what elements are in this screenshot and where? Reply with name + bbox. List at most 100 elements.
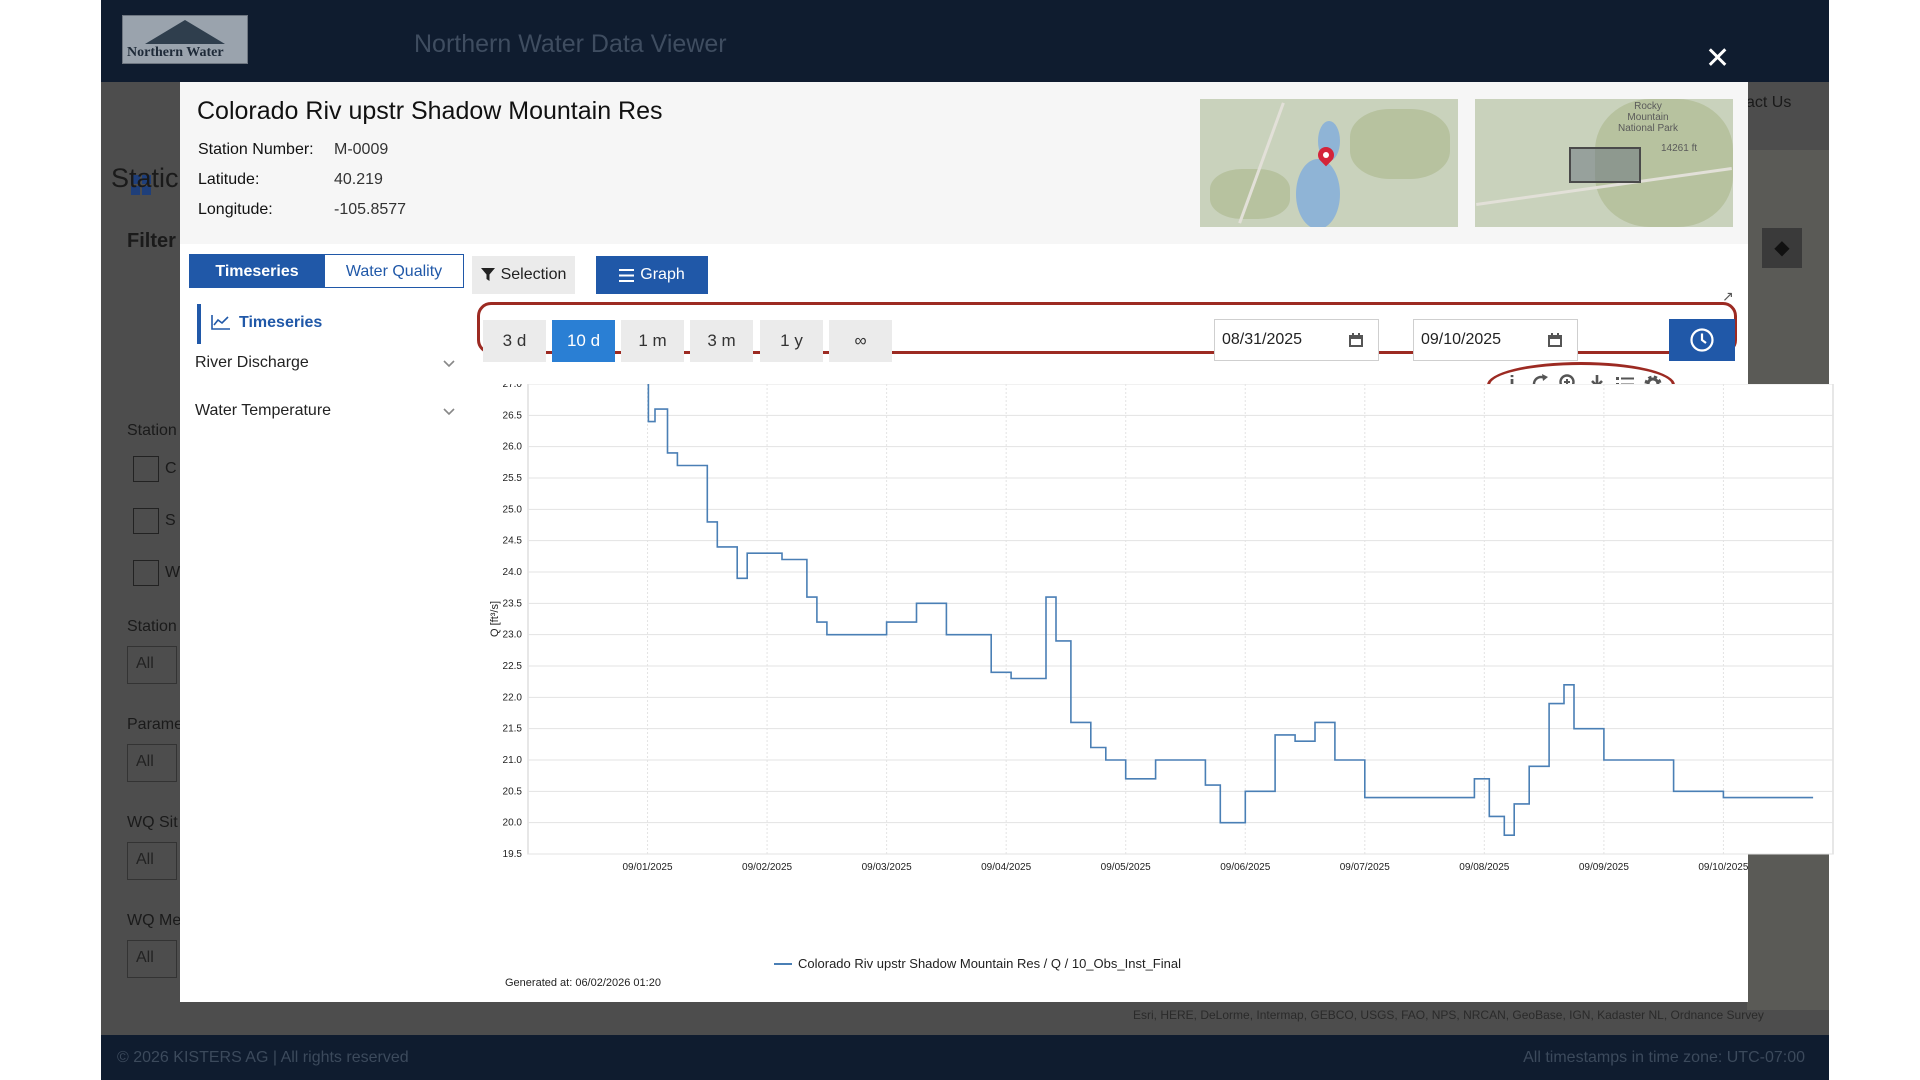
background-select[interactable]: All [127,842,177,880]
background-checkbox-label: S [165,512,176,529]
logo-text: Northern Water [127,45,224,60]
map-attribution: Esri, HERE, DeLorme, Intermap, GEBCO, US… [1133,1008,1764,1022]
graph-button[interactable]: Graph [596,256,708,294]
background-page-title: Static [111,163,179,193]
y-tick-label: 26.5 [503,410,523,421]
chart-legend-text[interactable]: Colorado Riv upstr Shadow Mountain Res /… [798,956,1181,971]
logo: Northern Water [122,15,248,64]
station-modal: Colorado Riv upstr Shadow Mountain Res S… [180,82,1834,1002]
background-select[interactable]: All [127,744,177,782]
background-checkbox-label: W [165,564,181,581]
y-tick-label: 21.5 [503,724,523,735]
apply-period-button[interactable] [1669,319,1735,361]
y-tick-label: 27.0 [503,384,523,390]
background-checkbox[interactable] [133,508,159,534]
station-location-map[interactable] [1200,99,1458,227]
longitude-label: Longitude: [198,201,273,218]
date-from-input[interactable]: 08/31/2025 [1214,319,1335,361]
y-tick-label: 25.5 [503,473,523,484]
background-checkbox-label: C [165,460,177,477]
close-icon[interactable]: ✕ [1705,44,1730,74]
latitude-value: 40.219 [334,171,383,188]
background-checkbox[interactable] [133,560,159,586]
nav-timeseries[interactable]: Timeseries [197,304,447,344]
y-tick-label: 20.0 [503,818,523,829]
calendar-to-icon[interactable] [1533,319,1578,361]
background-select[interactable]: All [127,940,177,978]
tab-water-quality[interactable]: Water Quality [324,254,464,288]
y-tick-label: 26.0 [503,442,523,453]
contact-us-link[interactable]: act Us [1746,94,1791,112]
background-filter-label: WQ Me [127,912,182,929]
chevron-down-icon[interactable] [442,357,456,371]
chevron-down-icon[interactable] [442,405,456,419]
x-tick-label: 09/01/2025 [623,862,673,873]
elevation-map-label: 14261 ft [1661,143,1698,154]
background-filter-label: WQ Sit [127,814,178,831]
filter-icon [480,268,495,281]
y-tick-label: 19.5 [503,849,523,860]
range-10d-button[interactable]: 10 d [552,320,615,362]
nav-water-temperature[interactable]: Water Temperature [195,402,331,420]
selection-button-label: Selection [500,266,567,283]
legend-swatch [774,963,792,965]
app-footer: © 2026 KISTERS AG | All rights reserved … [101,1035,1829,1080]
x-tick-label: 09/03/2025 [862,862,912,873]
generated-at-text: Generated at: 06/02/2026 01:20 [505,977,661,989]
background-filter-label: Station [127,618,177,635]
clock-icon [1690,328,1714,352]
background-select[interactable]: All [127,646,177,684]
x-tick-label: 09/05/2025 [1101,862,1151,873]
terrain-shading [1350,109,1450,179]
menu-icon [619,269,635,282]
location-pin-dot [1323,152,1329,158]
range-3m-button[interactable]: 3 m [690,320,753,362]
app-header: Northern Water Northern Water Data Viewe… [101,0,1829,82]
park-map-label: Rocky Mountain National Park [1617,101,1679,134]
line-chart-icon [211,315,230,330]
tab-timeseries[interactable]: Timeseries [189,254,325,288]
graph-button-label: Graph [640,266,685,283]
y-tick-label: 25.0 [503,504,523,515]
background-checkbox[interactable] [133,456,159,482]
mountain-logo-icon [145,20,225,44]
lake-shape [1296,159,1340,227]
latitude-label: Latitude: [198,171,260,188]
y-tick-label: 21.0 [503,755,523,766]
y-axis-label: Q [ft³/s] [489,601,501,637]
discharge-chart[interactable]: 19.5 20.0 20.5 21.0 21.5 22.0 22.5 23.0 23.5 24.0… [480,384,1885,959]
station-header: Colorado Riv upstr Shadow Mountain Res S… [180,82,1748,244]
map-extent-box [1569,147,1641,183]
x-tick-label: 09/10/2025 [1698,862,1748,873]
x-tick-label: 09/04/2025 [981,862,1031,873]
overview-map[interactable]: Rocky Mountain National Park 14261 ft [1475,99,1733,227]
layers-icon[interactable]: ◆ [1762,228,1802,268]
x-tick-label: 09/02/2025 [742,862,792,873]
nav-timeseries-label: Timeseries [239,314,323,331]
range-1y-button[interactable]: 1 y [760,320,823,362]
footer-copyright: © 2026 KISTERS AG | All rights reserved [117,1049,409,1066]
plot-area [527,384,1834,855]
station-number-value: M-0009 [334,141,389,158]
app-title: Northern Water Data Viewer [414,30,727,58]
background-filter-label: Parame [127,716,184,733]
y-tick-label: 23.0 [503,630,523,641]
station-number-label: Station Number: [198,141,314,158]
y-tick-label: 24.0 [503,567,523,578]
selection-button[interactable]: Selection [472,256,575,294]
y-tick-label: 23.5 [503,598,523,609]
date-to-input[interactable]: 09/10/2025 [1413,319,1534,361]
range-3d-button[interactable]: 3 d [483,320,546,362]
range-1m-button[interactable]: 1 m [621,320,684,362]
x-tick-label: 09/08/2025 [1459,862,1509,873]
background-filter-title: Filter [127,230,176,252]
y-tick-label: 24.5 [503,536,523,547]
y-tick-label: 22.5 [503,661,523,672]
range-all-button[interactable]: ∞ [829,320,892,362]
background-station-label: Station [127,422,177,439]
calendar-from-icon[interactable] [1334,319,1379,361]
station-title: Colorado Riv upstr Shadow Mountain Res [197,97,663,125]
footer-timezone: All timestamps in time zone: UTC-07:00 [1523,1049,1805,1066]
nav-river-discharge[interactable]: River Discharge [195,354,309,372]
x-tick-label: 09/09/2025 [1579,862,1629,873]
